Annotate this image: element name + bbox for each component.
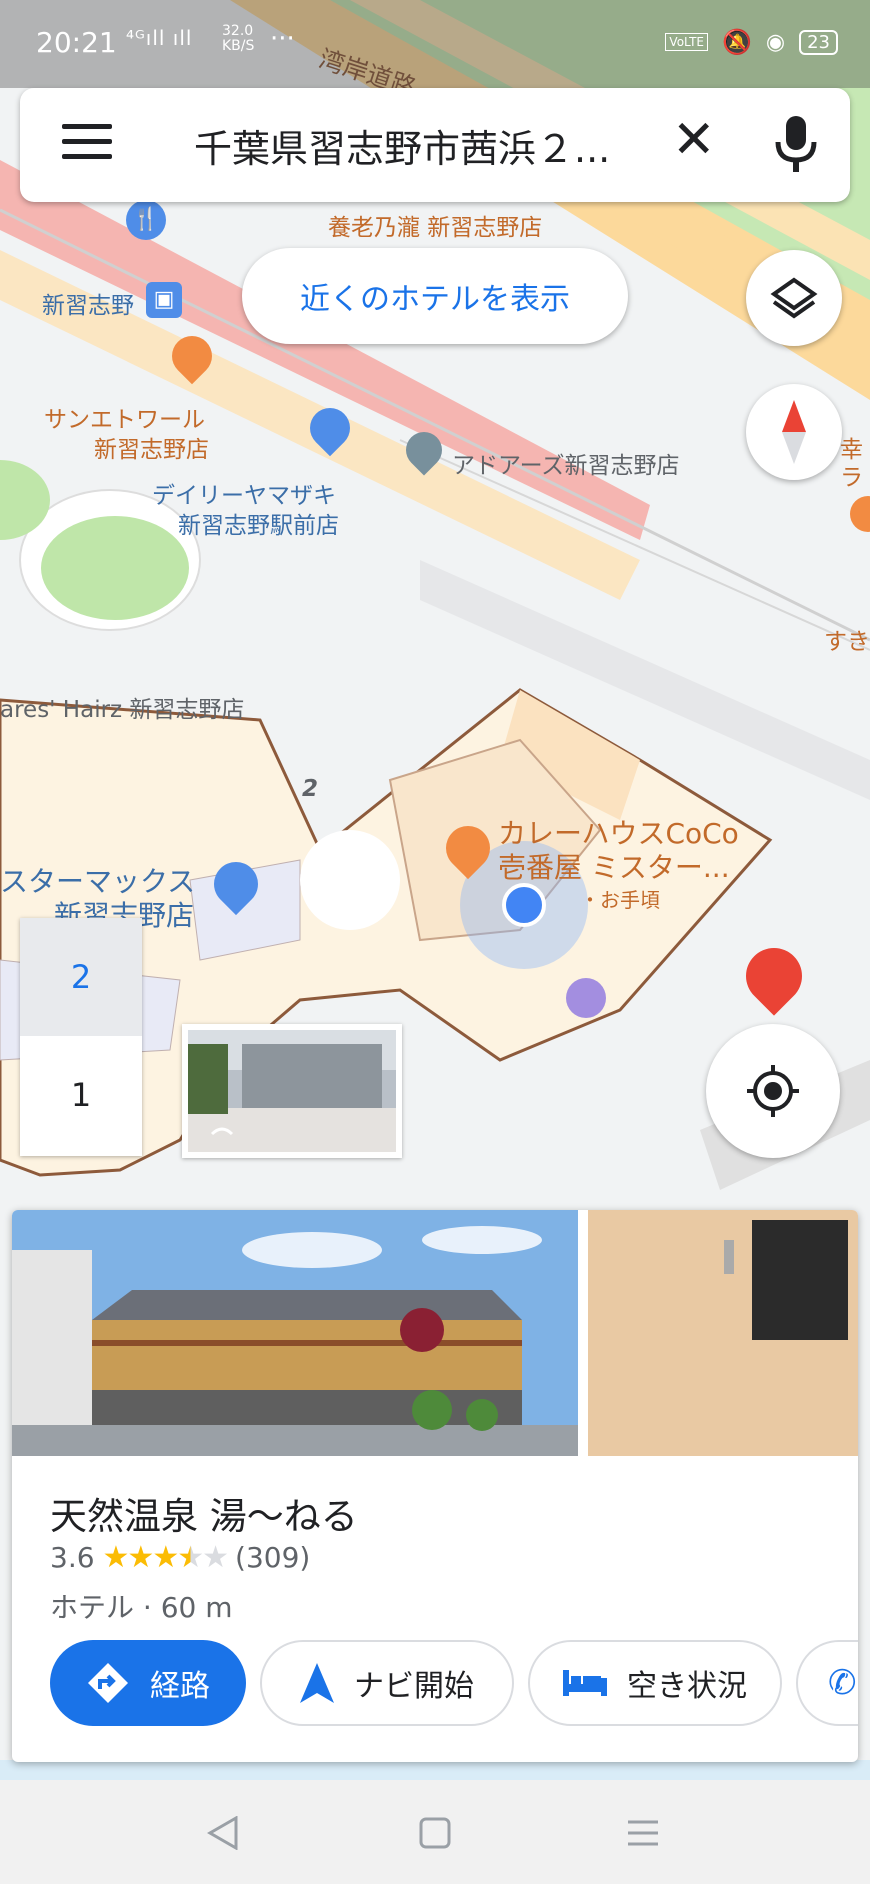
status-time: 20:21 [36, 26, 117, 59]
floor-button-2[interactable]: 2 [20, 918, 142, 1036]
close-icon[interactable]: ✕ [672, 110, 716, 170]
restroom-icon[interactable] [566, 978, 606, 1018]
map-label-suntetoire-2[interactable]: 新習志野店 [94, 430, 209, 464]
rating-value: 3.6 [50, 1541, 95, 1574]
status-bar: 20:21 ⁴ᴳıll ıll 32.0 KB/S ··· VoLTE 🔕 ◉ … [0, 0, 870, 88]
start-navigation-button[interactable]: ナビ開始 [260, 1640, 514, 1726]
map-label-suntetoire-1[interactable]: サンエトワール [44, 400, 205, 434]
recents-menu-icon[interactable] [626, 1818, 660, 1848]
my-location-icon [747, 1065, 799, 1117]
map-label-edge-2: ラ [840, 465, 863, 491]
place-card[interactable]: 天然温泉 湯〜ねる 3.6 ★★★★★ (309) ホテル · 60 m 経路 … [12, 1210, 858, 1762]
map-label-curry-2[interactable]: 壱番屋 ミスター... [498, 846, 730, 886]
place-meta: ホテル · 60 m [50, 1591, 233, 1624]
mute-icon: 🔕 [722, 28, 752, 56]
restaurant-pin-icon[interactable]: 🍴 [126, 200, 166, 240]
street-view-thumbnail[interactable] [182, 1024, 402, 1158]
status-right: VoLTE 🔕 ◉ 23 [665, 22, 838, 62]
compass-button[interactable] [746, 384, 842, 480]
volte-icon: VoLTE [665, 33, 708, 51]
floor-number-marker: 2 [302, 776, 319, 802]
map-label-hairz[interactable]: ares' Hairz 新習志野店 [0, 690, 244, 724]
availability-button[interactable]: 空き状況 [528, 1640, 782, 1726]
train-station-icon[interactable]: ▣ [146, 282, 182, 318]
battery-icon: 23 [799, 29, 838, 55]
network-speed-unit: KB/S [222, 38, 255, 54]
map-label-daily-1[interactable]: デイリーヤマザキ [152, 476, 336, 510]
location-icon: ◉ [765, 29, 786, 55]
home-icon[interactable] [418, 1816, 452, 1850]
show-nearby-hotels-button[interactable]: 近くのホテルを表示 [242, 248, 628, 344]
directions-icon [88, 1663, 128, 1703]
bed-icon [563, 1670, 607, 1696]
phone-icon: ✆ [828, 1663, 857, 1703]
network-speed-value: 32.0 [222, 23, 254, 39]
call-button[interactable]: ✆ [796, 1640, 858, 1726]
compass-icon [782, 400, 806, 464]
microphone-icon[interactable] [772, 112, 820, 176]
search-query[interactable]: 千葉県習志野市茜浜２... [194, 118, 610, 173]
place-rating-row: 3.6 ★★★★★ (309) [50, 1540, 310, 1575]
map-label-station[interactable]: 新習志野 [42, 286, 134, 320]
layers-button[interactable] [746, 250, 842, 346]
directions-label: 経路 [150, 1669, 210, 1704]
place-photos[interactable] [12, 1210, 858, 1456]
map-label-daily-2[interactable]: 新習志野駅前店 [178, 506, 339, 540]
place-name: 天然温泉 湯〜ねる [50, 1495, 358, 1538]
search-bar[interactable]: 千葉県習志野市茜浜２... ✕ [20, 88, 850, 202]
map-label-yoronotaki[interactable]: 養老乃瀧 新習志野店 [328, 208, 542, 242]
floor-button-1[interactable]: 1 [20, 1036, 142, 1154]
map-label-curry-3: ・お手頃 [580, 888, 660, 912]
more-notifications-icon: ··· [270, 24, 295, 54]
review-count[interactable]: (309) [235, 1541, 310, 1574]
rating-stars-icon: ★★★★★ [102, 1540, 229, 1575]
street-view-image [188, 1030, 396, 1152]
floor-selector[interactable]: 2 1 [20, 918, 142, 1156]
system-navigation-bar [0, 1780, 870, 1884]
back-icon[interactable] [206, 1816, 240, 1850]
hamburger-menu-icon[interactable] [62, 124, 112, 164]
map-label-edge-3: すき [824, 629, 870, 655]
signal-icon: ⁴ᴳıll ıll [126, 26, 193, 50]
availability-label: 空き状況 [627, 1669, 747, 1704]
start-navigation-label: ナビ開始 [354, 1669, 474, 1704]
my-location-button[interactable] [706, 1024, 840, 1158]
navigation-icon [300, 1663, 334, 1703]
layers-icon [770, 277, 818, 319]
directions-button[interactable]: 経路 [50, 1640, 246, 1726]
map-label-adoares[interactable]: アドアーズ新習志野店 [452, 446, 679, 480]
network-speed: 32.0 KB/S [222, 24, 254, 54]
